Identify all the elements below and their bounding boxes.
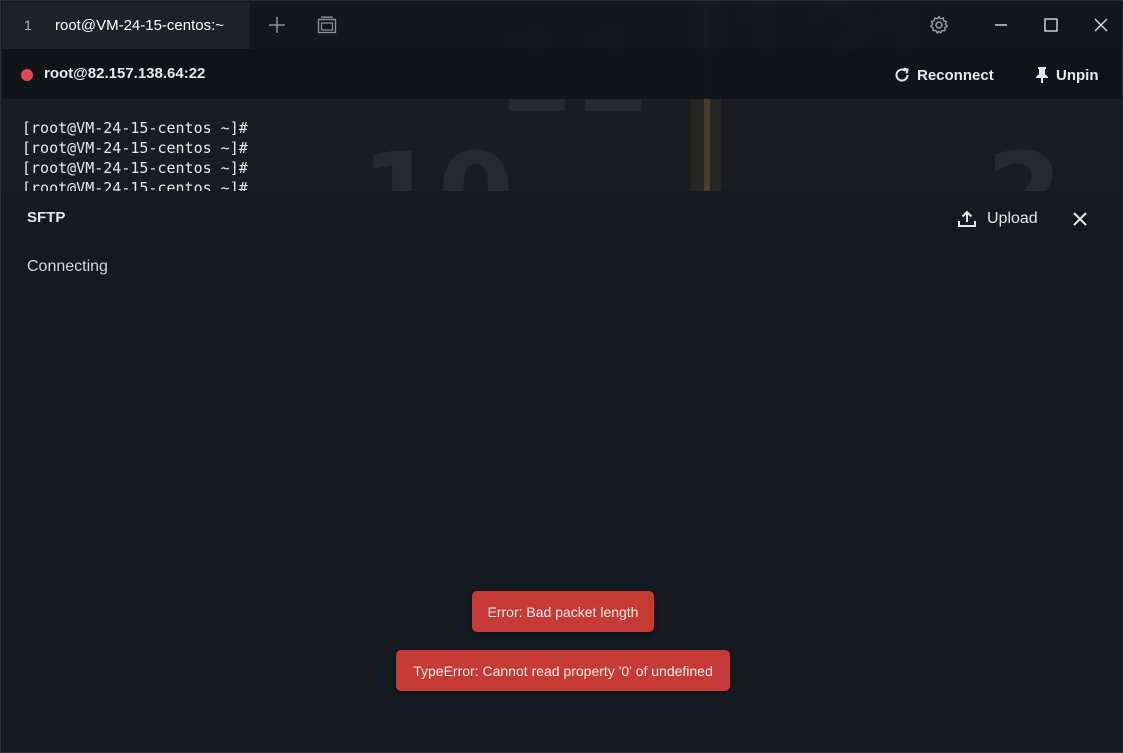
upload-icon <box>958 210 976 227</box>
tab-bar: 1 root@VM-24-15-centos:~ <box>1 1 1122 49</box>
connection-host: root@82.157.138.64:22 <box>44 65 206 82</box>
unpin-button[interactable]: Unpin <box>1034 63 1099 87</box>
connection-status-dot <box>21 69 33 81</box>
tab-index: 1 <box>24 17 32 33</box>
tabs-icon[interactable] <box>315 13 339 37</box>
minimize-icon[interactable] <box>989 13 1013 37</box>
terminal-line: [root@VM-24-15-centos ~]# <box>22 139 248 157</box>
error-toast[interactable]: Error: Bad packet length <box>472 591 654 632</box>
upload-button[interactable]: Upload <box>957 207 1038 231</box>
refresh-icon <box>895 67 909 82</box>
sftp-title: SFTP <box>27 209 66 226</box>
plus-icon[interactable] <box>265 13 289 37</box>
reconnect-button[interactable]: Reconnect <box>893 63 994 87</box>
close-sftp-icon[interactable] <box>1068 207 1092 231</box>
terminal-line: [root@VM-24-15-centos ~]# <box>22 119 248 137</box>
pin-icon <box>1036 67 1048 83</box>
error-toast[interactable]: TypeError: Cannot read property '0' of u… <box>396 650 730 691</box>
reconnect-label: Reconnect <box>917 66 994 84</box>
terminal-output[interactable]: [root@VM-24-15-centos ~]# [root@VM-24-15… <box>2 99 1122 191</box>
tab-session[interactable]: 1 root@VM-24-15-centos:~ <box>2 2 250 49</box>
gear-icon[interactable] <box>927 13 951 37</box>
close-icon[interactable] <box>1089 13 1113 37</box>
sftp-status-text: Connecting <box>27 258 108 275</box>
unpin-label: Unpin <box>1056 66 1099 84</box>
upload-label: Upload <box>987 210 1038 227</box>
app-window: 11 12 1 10 2 1 root@VM-24-15-centos:~ <box>0 0 1123 753</box>
tab-title: root@VM-24-15-centos:~ <box>55 17 225 34</box>
maximize-icon[interactable] <box>1039 13 1063 37</box>
terminal-line: [root@VM-24-15-centos ~]# <box>22 179 248 191</box>
terminal-line: [root@VM-24-15-centos ~]# <box>22 159 248 177</box>
